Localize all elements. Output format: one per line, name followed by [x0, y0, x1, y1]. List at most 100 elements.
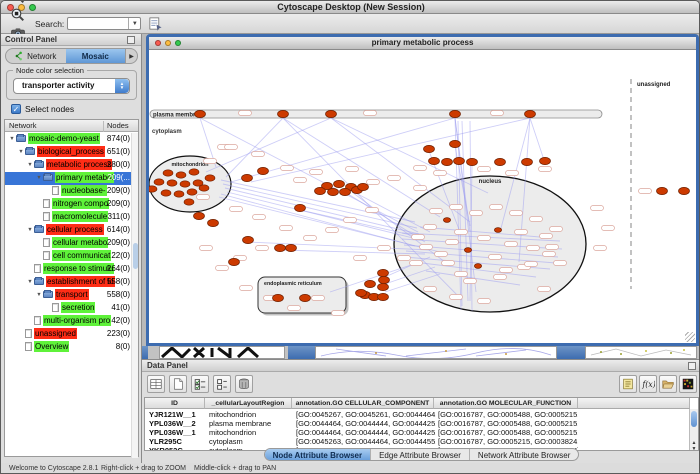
column-header[interactable]: _cellularLayoutRegion [205, 398, 292, 409]
tree-row[interactable]: ▼biological_process651(0) [5, 146, 138, 159]
gene-node[interactable] [189, 169, 199, 175]
gene-node[interactable] [278, 110, 289, 117]
disclosure-triangle-icon[interactable]: ▼ [8, 136, 16, 142]
tree-row[interactable]: ▼primary metabol209(... [5, 172, 138, 185]
toolbar-button-zoom-selected[interactable] [8, 6, 28, 24]
gene-node[interactable] [184, 199, 194, 205]
tree-row[interactable]: nucleobase-209(0) [5, 185, 138, 198]
gene-node[interactable] [167, 180, 177, 186]
tab-node-attribute-browser[interactable]: Node Attribute Browser [265, 449, 372, 460]
gene-node[interactable] [679, 187, 690, 194]
network-canvas[interactable]: plasma membranecytoplasmmitochondrionnuc… [149, 51, 696, 343]
gene-node[interactable] [495, 158, 506, 165]
background-window-titlebar[interactable] [557, 346, 585, 359]
gene-node[interactable] [378, 283, 389, 290]
gene-node[interactable] [328, 188, 339, 195]
disclosure-triangle-icon[interactable]: ▼ [26, 279, 34, 285]
gene-node[interactable] [176, 172, 186, 178]
search-box[interactable]: ▼ [67, 17, 141, 30]
disclosure-triangle-icon[interactable]: ▼ [17, 149, 25, 155]
column-header[interactable]: annotation.GO MOLECULAR_FUNCTION [434, 398, 578, 409]
table-row[interactable]: YLR295Ccytoplasm[GO:0045263, GO:0044464,… [145, 437, 690, 446]
gene-node[interactable] [378, 293, 389, 300]
tree-row[interactable]: cell communicat22(0) [5, 250, 138, 263]
column-header[interactable]: annotation.GO CELLULAR_COMPONENT [292, 398, 434, 409]
background-window-fragment[interactable] [159, 346, 285, 359]
gene-node[interactable] [442, 158, 453, 165]
background-window-titlebar[interactable] [288, 346, 315, 359]
gene-node[interactable] [657, 187, 668, 194]
gene-node[interactable] [315, 187, 326, 194]
gene-node[interactable] [154, 179, 164, 185]
disclosure-triangle-icon[interactable]: ▼ [26, 162, 34, 168]
gene-node[interactable] [334, 180, 345, 187]
gene-node[interactable] [424, 145, 435, 152]
float-panel-icon[interactable] [127, 36, 135, 44]
gene-node[interactable] [161, 190, 171, 196]
tree-row[interactable]: ▼establishment of lo558(0) [5, 276, 138, 289]
tree-row[interactable]: unassigned223(0) [5, 328, 138, 341]
resize-grip[interactable] [685, 332, 695, 342]
gene-node[interactable] [187, 189, 197, 195]
gene-node[interactable] [275, 244, 286, 251]
search-dropdown-arrow[interactable]: ▼ [128, 18, 140, 29]
tree-row[interactable]: response to stimulu264(0) [5, 263, 138, 276]
gene-node[interactable] [242, 174, 253, 181]
background-window-fragment[interactable] [315, 346, 557, 359]
tree-row[interactable]: secretion41(0) [5, 302, 138, 315]
gene-node[interactable] [356, 289, 367, 296]
tree-row[interactable]: Overview8(0) [5, 341, 138, 354]
gene-node[interactable] [379, 276, 390, 283]
select-nodes-checkbox[interactable]: ✓ [11, 104, 21, 114]
gene-node[interactable] [229, 258, 240, 265]
gene-node[interactable] [243, 236, 254, 243]
gene-node[interactable] [208, 219, 219, 226]
gene-node[interactable] [454, 157, 465, 164]
tree-row[interactable]: multi-organism pro42(0) [5, 315, 138, 328]
network-view-window[interactable]: primary metabolic process plasma membran… [146, 34, 699, 346]
tab-network-attribute-browser[interactable]: Network Attribute Browser [470, 449, 578, 460]
gene-node[interactable] [174, 191, 184, 197]
gene-node[interactable] [494, 228, 501, 233]
gene-node[interactable] [194, 212, 205, 219]
gene-node[interactable] [195, 110, 206, 117]
gene-node[interactable] [365, 280, 376, 287]
tree-scrollbar[interactable] [131, 133, 138, 458]
gene-node[interactable] [450, 110, 461, 117]
gene-node[interactable] [525, 110, 536, 117]
tree-row[interactable]: cellular metabo209(0) [5, 237, 138, 250]
disclosure-triangle-icon[interactable]: ▼ [35, 175, 43, 181]
float-data-panel-icon[interactable] [688, 362, 696, 370]
datapanel-button-formula[interactable]: f(x) [639, 375, 657, 393]
gene-node[interactable] [180, 181, 190, 187]
datapanel-button-notes[interactable] [619, 375, 637, 393]
gene-node[interactable] [300, 294, 311, 301]
gene-node[interactable] [443, 218, 450, 223]
tab-network[interactable]: Network [6, 49, 66, 63]
datapanel-button-select-attributes[interactable] [191, 375, 209, 393]
gene-node[interactable] [540, 157, 551, 164]
gene-node[interactable] [149, 186, 157, 192]
datapanel-button-delete-attribute[interactable] [235, 375, 253, 393]
disclosure-triangle-icon[interactable]: ▼ [26, 227, 34, 233]
gene-node[interactable] [522, 158, 533, 165]
table-row[interactable]: YPL036W__2plasma membrane[GO:0044464, GO… [145, 419, 690, 428]
gene-node[interactable] [205, 175, 215, 181]
gene-node[interactable] [340, 188, 351, 195]
search-input[interactable] [69, 18, 127, 29]
tab-mosaic[interactable]: Mosaic [66, 49, 126, 63]
tree-row[interactable]: macromolecule311(0) [5, 211, 138, 224]
gene-node[interactable] [273, 294, 284, 301]
gene-node[interactable] [163, 170, 173, 176]
gene-node[interactable] [464, 248, 471, 253]
datapanel-button-matrix[interactable] [679, 375, 697, 393]
datapanel-button-new-attribute[interactable] [169, 375, 187, 393]
network-window-titlebar[interactable]: primary metabolic process [149, 37, 696, 50]
gene-node[interactable] [474, 264, 481, 269]
column-header[interactable]: ID [145, 398, 205, 409]
table-row[interactable]: YPL036W__1mitochondrion[GO:0044464, GO:0… [145, 428, 690, 437]
gene-node[interactable] [199, 185, 209, 191]
gene-node[interactable] [286, 244, 297, 251]
toolbar-button-import-table[interactable] [145, 15, 165, 33]
tab-edge-attribute-browser[interactable]: Edge Attribute Browser [371, 449, 470, 460]
